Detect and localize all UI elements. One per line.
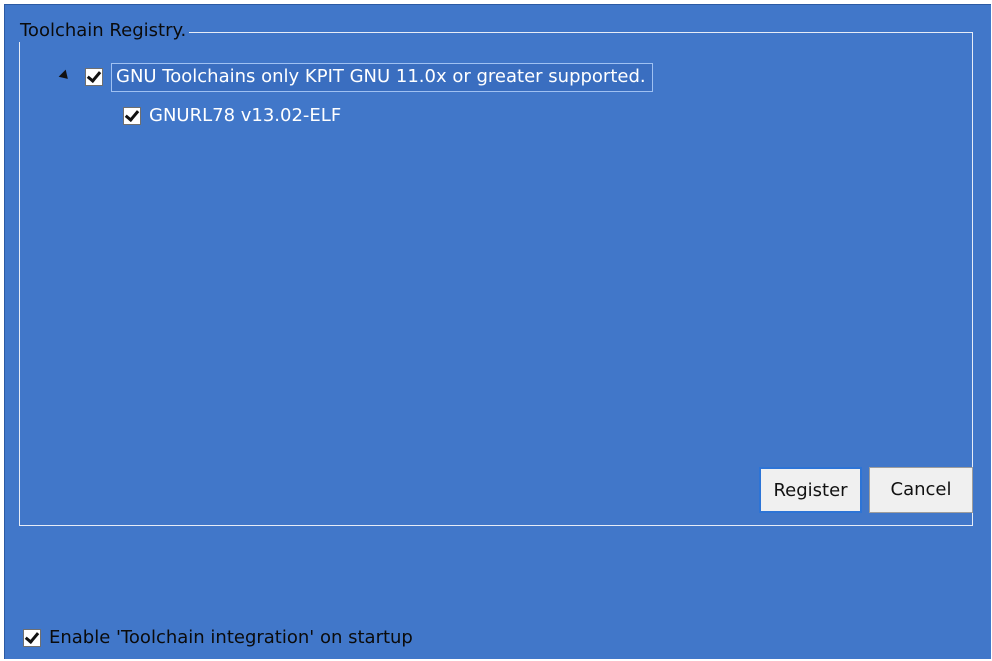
tree-root-label[interactable]: GNU Toolchains only KPIT GNU 11.0x or gr… (111, 62, 653, 92)
groupbox-title: Toolchain Registry. (17, 20, 190, 42)
cancel-button[interactable]: Cancel (869, 467, 973, 513)
startup-label[interactable]: Enable 'Toolchain integration' on startu… (49, 627, 413, 649)
toolchain-panel: Toolchain Registry. GNU Toolchains only … (4, 4, 991, 659)
tree-child-row[interactable]: GNURL78 v13.02-ELF (123, 101, 341, 131)
register-button[interactable]: Register (759, 467, 862, 513)
tree-child-label[interactable]: GNURL78 v13.02-ELF (149, 105, 341, 127)
startup-checkbox[interactable] (23, 629, 41, 647)
child-checkbox[interactable] (123, 107, 141, 125)
expand-collapse-icon[interactable] (57, 70, 71, 84)
root-checkbox[interactable] (85, 68, 103, 86)
tree-root-row[interactable]: GNU Toolchains only KPIT GNU 11.0x or gr… (57, 62, 653, 92)
startup-option-row[interactable]: Enable 'Toolchain integration' on startu… (23, 625, 413, 651)
